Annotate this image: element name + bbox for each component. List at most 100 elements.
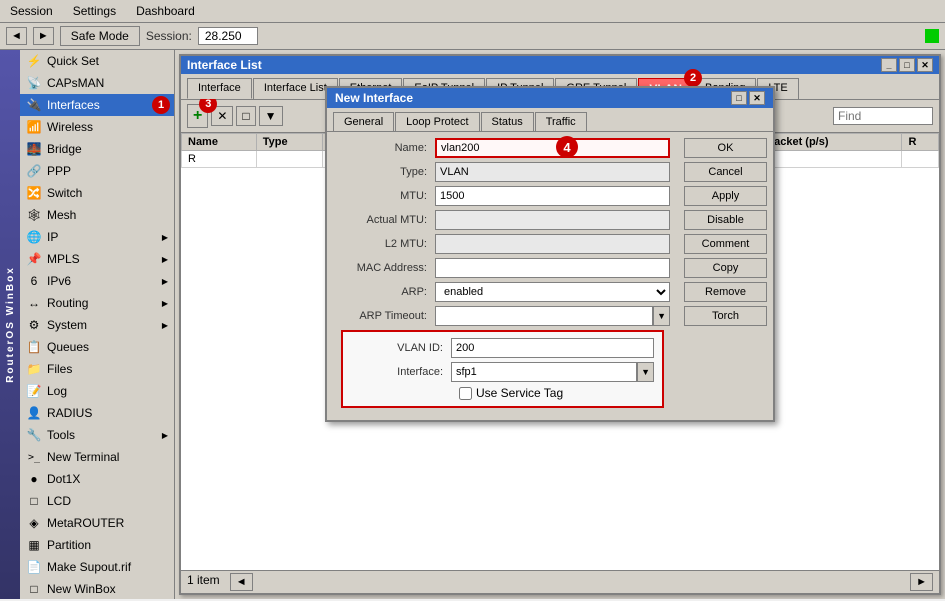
copy-button[interactable]: Copy (684, 258, 767, 278)
sidebar-label-capsman: CAPsMAN (47, 76, 168, 90)
tab-interface[interactable]: Interface (187, 78, 252, 99)
sidebar-item-ppp[interactable]: 🔗 PPP (20, 160, 174, 182)
ipv6-icon: 6 (26, 273, 42, 289)
sidebar-item-wireless[interactable]: 📶 Wireless (20, 116, 174, 138)
safe-mode-button[interactable]: Safe Mode (60, 26, 140, 46)
use-service-tag-row: Use Service Tag (351, 386, 654, 400)
session-label: Session: (146, 29, 192, 43)
window-close-button[interactable]: ✕ (917, 58, 933, 72)
col-type: Type (256, 134, 322, 151)
sidebar-label-ip: IP (47, 230, 157, 244)
dialog-tab-status[interactable]: Status (481, 112, 534, 131)
sidebar-item-files[interactable]: 📁 Files (20, 358, 174, 380)
sidebar-label-log: Log (47, 384, 168, 398)
sidebar-item-mesh[interactable]: 🕸 Mesh (20, 204, 174, 226)
arp-timeout-dropdown-button[interactable]: ▼ (653, 306, 670, 326)
sidebar-label-dot1x: Dot1X (47, 472, 168, 486)
partition-icon: ▦ (26, 537, 42, 553)
name-input[interactable] (435, 138, 670, 158)
vlan-id-input[interactable] (451, 338, 654, 358)
name-row: Name: (335, 138, 670, 158)
use-service-tag-checkbox[interactable] (459, 387, 472, 400)
sidebar-item-system[interactable]: ⚙ System ▶ (20, 314, 174, 336)
sidebar-item-radius[interactable]: 👤 RADIUS (20, 402, 174, 424)
remove-icon: ✕ (217, 109, 227, 123)
sidebar-item-ipv6[interactable]: 6 IPv6 ▶ (20, 270, 174, 292)
interface-row: Interface: ▼ (351, 362, 654, 382)
menu-settings[interactable]: Settings (67, 2, 122, 20)
sidebar-item-interfaces[interactable]: 🔌 Interfaces 1 (20, 94, 174, 116)
vlan-id-row: VLAN ID: (351, 338, 654, 358)
dialog-tab-loop-protect[interactable]: Loop Protect (395, 112, 479, 131)
use-service-tag-label: Use Service Tag (476, 386, 563, 400)
vlan-section: VLAN ID: Interface: ▼ Use S (341, 330, 664, 408)
sidebar-item-capsman[interactable]: 📡 CAPsMAN (20, 72, 174, 94)
undo-button[interactable]: ◄ (6, 27, 27, 45)
disable-button[interactable]: Disable (684, 210, 767, 230)
sidebar-item-switch[interactable]: 🔀 Switch (20, 182, 174, 204)
comment-button[interactable]: Comment (684, 234, 767, 254)
sidebar-item-queues[interactable]: 📋 Queues (20, 336, 174, 358)
l2mtu-row: L2 MTU: (335, 234, 670, 254)
sidebar-label-quick-set: Quick Set (47, 54, 168, 68)
mtu-input[interactable] (435, 186, 670, 206)
menu-dashboard[interactable]: Dashboard (130, 2, 201, 20)
mtu-row: MTU: (335, 186, 670, 206)
window-minimize-button[interactable]: _ (881, 58, 897, 72)
type-label: Type: (335, 166, 435, 178)
interfaces-badge: 1 (152, 96, 170, 114)
sidebar-label-bridge: Bridge (47, 142, 168, 156)
ok-button[interactable]: OK (684, 138, 767, 158)
arp-timeout-input[interactable] (435, 306, 653, 326)
scroll-left-button[interactable]: ◄ (230, 573, 253, 591)
sidebar-label-files: Files (47, 362, 168, 376)
button-panel: OK Cancel Apply Disable Comment Copy Rem… (678, 132, 773, 420)
remove-button[interactable]: Remove (684, 282, 767, 302)
sidebar-item-metarouter[interactable]: ◈ MetaROUTER (20, 512, 174, 534)
apply-button[interactable]: Apply (684, 186, 767, 206)
dialog-tab-general[interactable]: General (333, 112, 394, 131)
log-icon: 📝 (26, 383, 42, 399)
scroll-right-button[interactable]: ► (910, 573, 933, 591)
cancel-button[interactable]: Cancel (684, 162, 767, 182)
sidebar-item-new-terminal[interactable]: >_ New Terminal (20, 446, 174, 468)
form-area: 4 Name: Type: MTU: Actual MTU: (327, 132, 678, 420)
interface-input[interactable] (451, 362, 637, 382)
vlan-id-label: VLAN ID: (351, 342, 451, 354)
files-icon: 📁 (26, 361, 42, 377)
sidebar-item-bridge[interactable]: 🌉 Bridge (20, 138, 174, 160)
sidebar-item-quick-set[interactable]: ⚡ Quick Set (20, 50, 174, 72)
sidebar-item-partition[interactable]: ▦ Partition (20, 534, 174, 556)
interface-dropdown-button[interactable]: ▼ (637, 362, 654, 382)
main-toolbar: ◄ ► Safe Mode Session: 28.250 (0, 23, 945, 50)
queues-icon: 📋 (26, 339, 42, 355)
mesh-icon: 🕸 (26, 207, 42, 223)
sidebar-item-dot1x[interactable]: ● Dot1X (20, 468, 174, 490)
find-input[interactable] (833, 107, 933, 125)
mac-input[interactable] (435, 258, 670, 278)
terminal-icon: >_ (26, 449, 42, 465)
sidebar-item-tools[interactable]: 🔧 Tools ▶ (20, 424, 174, 446)
actual-mtu-row: Actual MTU: (335, 210, 670, 230)
routing-icon: ↔ (26, 295, 42, 311)
add-interface-button[interactable]: + 3 (187, 104, 208, 128)
sidebar-item-mpls[interactable]: 📌 MPLS ▶ (20, 248, 174, 270)
sidebar-item-routing[interactable]: ↔ Routing ▶ (20, 292, 174, 314)
window-restore-button[interactable]: □ (899, 58, 915, 72)
sidebar-item-new-winbox[interactable]: □ New WinBox (20, 578, 174, 599)
dialog-close-button[interactable]: ✕ (749, 91, 765, 105)
main-layout: RouterOS WinBox ⚡ Quick Set 📡 CAPsMAN 🔌 … (0, 50, 945, 599)
filter-button[interactable]: ▼ (259, 106, 283, 126)
menu-session[interactable]: Session (4, 2, 59, 20)
copy-interface-button[interactable]: □ (236, 106, 255, 126)
sidebar-item-ip[interactable]: 🌐 IP ▶ (20, 226, 174, 248)
sidebar-item-make-supout[interactable]: 📄 Make Supout.rif (20, 556, 174, 578)
arp-select[interactable]: enabled disabled proxy-arp (435, 282, 670, 302)
sidebar-item-lcd[interactable]: □ LCD (20, 490, 174, 512)
sidebar-item-log[interactable]: 📝 Log (20, 380, 174, 402)
sidebar-label-make-supout: Make Supout.rif (47, 560, 168, 574)
dialog-maximize-button[interactable]: □ (731, 91, 747, 105)
redo-button[interactable]: ► (33, 27, 54, 45)
torch-button[interactable]: Torch (684, 306, 767, 326)
dialog-tab-traffic[interactable]: Traffic (535, 112, 587, 131)
